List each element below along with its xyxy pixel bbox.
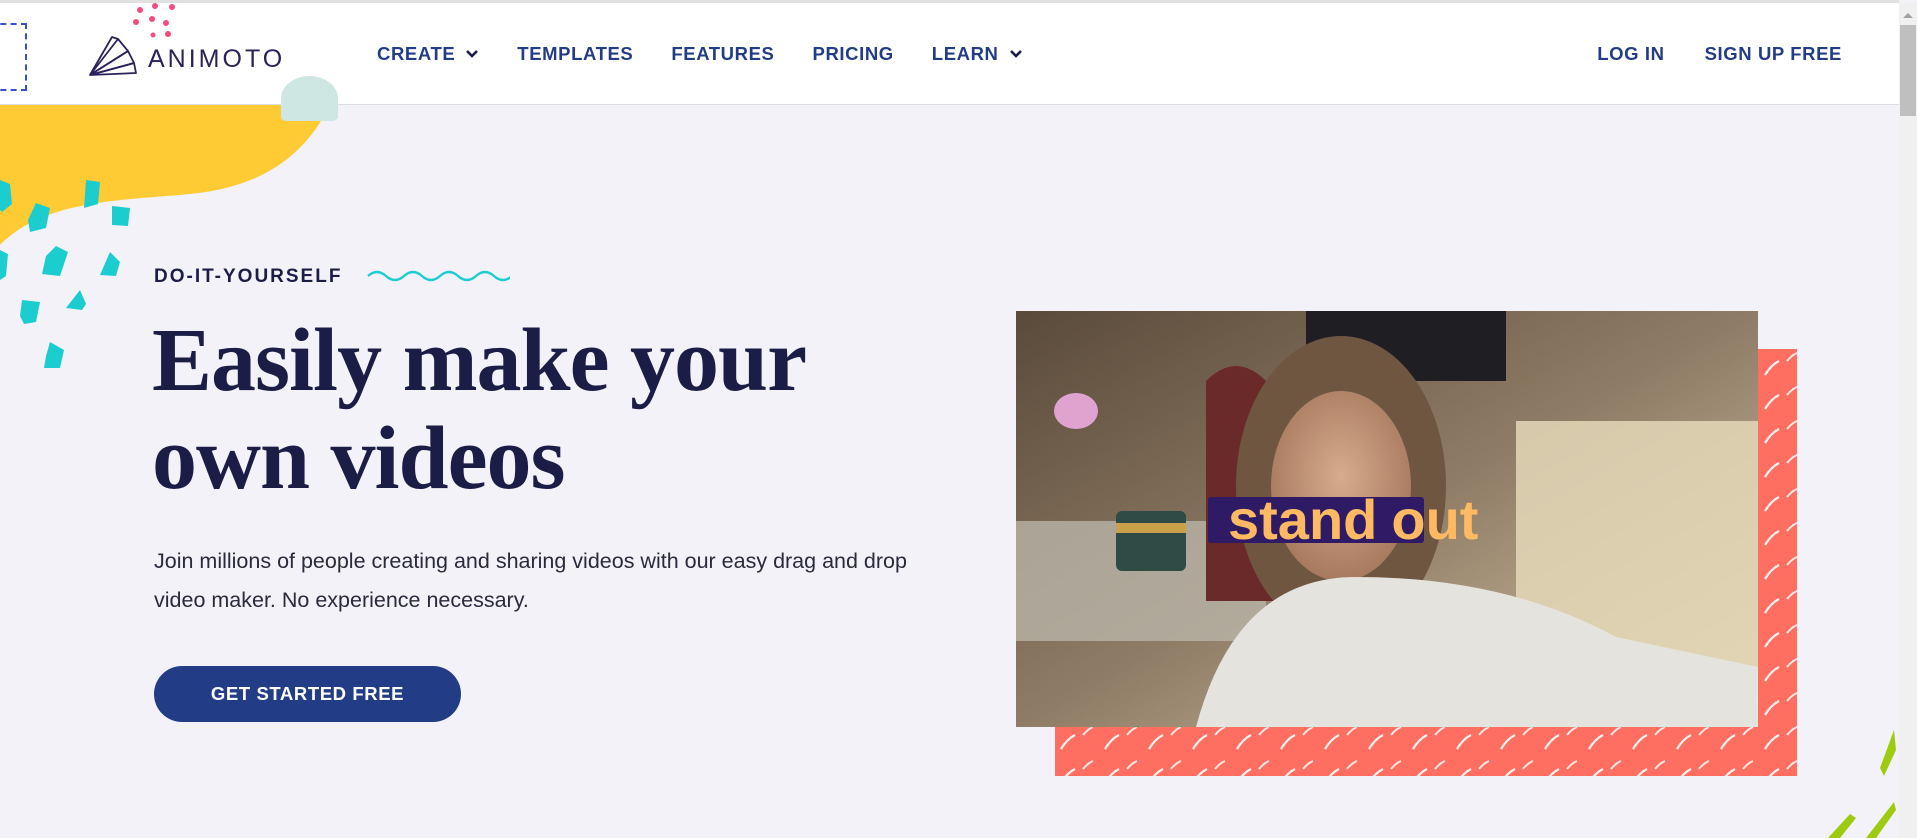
- scroll-thumb[interactable]: [1900, 25, 1916, 116]
- nav-learn-label: LEARN: [931, 43, 999, 64]
- wavy-line-icon: [367, 270, 511, 282]
- nav-pricing-label: PRICING: [812, 43, 894, 64]
- get-started-button[interactable]: GET STARTED FREE: [154, 666, 461, 722]
- hero-subtext: Join millions of people creating and sha…: [154, 549, 907, 612]
- nav-create-label: CREATE: [377, 43, 456, 64]
- page-scrollbar[interactable]: [1899, 3, 1917, 838]
- mint-blob-decoration: [281, 76, 338, 121]
- nav-features[interactable]: FEATURES: [671, 43, 774, 65]
- hero-eyebrow: DO-IT-YOURSELF: [154, 266, 511, 288]
- chevron-down-icon: [1009, 50, 1022, 58]
- eyebrow-text: DO-IT-YOURSELF: [154, 266, 343, 287]
- headline-line-1: Easily make your: [152, 311, 807, 410]
- login-link[interactable]: LOG IN: [1597, 43, 1664, 65]
- teal-brush-marks-decoration: [0, 180, 130, 368]
- caption-word-out: out: [1391, 488, 1479, 551]
- signup-link[interactable]: SIGN UP FREE: [1705, 43, 1842, 65]
- headline-line-2: own videos: [152, 409, 566, 508]
- nav-features-label: FEATURES: [671, 43, 775, 64]
- green-brush-marks-decoration: [1828, 730, 1896, 838]
- hero-video[interactable]: stand out: [1016, 311, 1758, 727]
- logo-wordmark: ANIMOTO: [148, 44, 286, 73]
- video-caption: stand out: [1208, 489, 1478, 551]
- animoto-logo[interactable]: ANIMOTO: [88, 31, 285, 79]
- dashed-outline-decoration: [0, 23, 27, 91]
- nav-templates-label: TEMPLATES: [517, 43, 634, 64]
- chevron-down-icon: [466, 50, 479, 58]
- nav-pricing[interactable]: PRICING: [813, 43, 894, 65]
- nav-create[interactable]: CREATE: [377, 43, 479, 65]
- nav-templates[interactable]: TEMPLATES: [517, 43, 633, 65]
- account-nav: LOG IN SIGN UP FREE: [1557, 43, 1842, 65]
- main-nav: CREATE TEMPLATES FEATURES PRICING LEARN: [377, 43, 1061, 65]
- scroll-up-arrow-icon[interactable]: [1903, 13, 1913, 18]
- hero-headline: Easily make your own videos: [152, 312, 912, 508]
- caption-word-stand: stand: [1228, 488, 1378, 551]
- logo-fan-icon: [89, 36, 137, 76]
- nav-learn[interactable]: LEARN: [932, 43, 1023, 65]
